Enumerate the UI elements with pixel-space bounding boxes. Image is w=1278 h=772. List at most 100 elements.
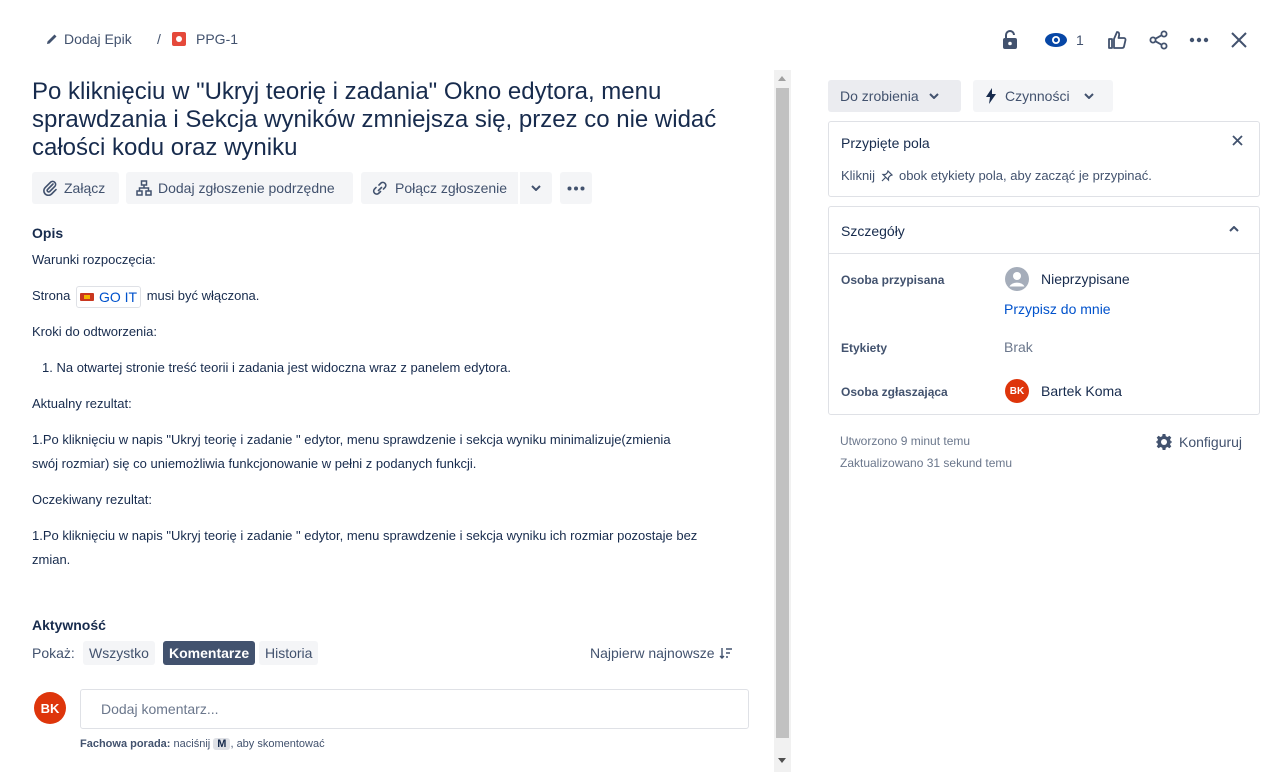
bug-issue-type-icon <box>172 32 186 46</box>
configure-label: Konfiguruj <box>1179 434 1243 450</box>
unassigned-avatar-icon <box>1005 267 1029 291</box>
filter-all[interactable]: Wszystko <box>83 641 155 665</box>
breadcrumb-separator: / <box>157 31 161 47</box>
created-timestamp: Utworzono 9 minut temu <box>840 434 971 448</box>
filter-comments[interactable]: Komentarze <box>163 641 256 665</box>
go-it-label: GO IT <box>98 288 138 305</box>
sort-toggle[interactable]: Najpierw najnowsze <box>590 645 733 661</box>
eye-icon <box>1045 33 1067 47</box>
close-pinned-button[interactable] <box>1232 135 1243 146</box>
configure-button[interactable]: Konfiguruj <box>1155 433 1242 451</box>
assign-to-me-link[interactable]: Przypisz do mnie <box>1004 301 1111 317</box>
assignee-label: Osoba przypisana <box>841 273 945 287</box>
actual-line-2: swój rozmiar) się co uniemożliwia funkcj… <box>32 456 477 471</box>
scrollbar[interactable] <box>774 70 791 772</box>
more-actions-button[interactable] <box>1187 28 1211 52</box>
steps-heading: Kroki do odtworzenia: <box>32 324 158 339</box>
close-icon <box>1232 135 1243 146</box>
lock-icon[interactable] <box>999 28 1021 52</box>
pinned-hint-prefix: Kliknij <box>841 168 875 183</box>
labels-value[interactable]: Brak <box>1004 339 1033 355</box>
paperclip-icon <box>43 180 57 196</box>
attach-label: Załącz <box>64 180 106 196</box>
step-1-text: Na otwartej stronie treść teorii i zadan… <box>56 360 511 375</box>
comment-input[interactable]: Dodaj komentarz... <box>80 689 749 729</box>
chevron-up-icon[interactable] <box>1229 226 1239 232</box>
vote-button[interactable] <box>1106 28 1128 52</box>
share-button[interactable] <box>1147 28 1171 52</box>
pro-tip-text: naciśnij <box>173 738 211 750</box>
link-issue-label: Połącz zgłoszenie <box>395 180 508 196</box>
pro-tip-suffix: , aby skomentować <box>230 738 325 750</box>
attach-button[interactable]: Załącz <box>32 172 119 204</box>
close-icon <box>1231 32 1247 48</box>
actions-dropdown[interactable]: Czynności <box>973 80 1113 112</box>
link-issue-dropdown[interactable] <box>520 172 552 204</box>
pro-tip-label: Fachowa porada: <box>80 738 171 750</box>
add-epic-link[interactable]: Dodaj Epik <box>46 31 132 47</box>
actual-line-1: 1.Po kliknięciu w napis "Ukryj teorię i … <box>32 432 671 447</box>
watch-count: 1 <box>1076 32 1084 48</box>
watch-button[interactable]: 1 <box>1044 28 1084 52</box>
more-icon <box>1189 37 1209 43</box>
activity-label: Aktywność <box>32 617 106 633</box>
labels-label: Etykiety <box>841 341 888 355</box>
gear-icon <box>1156 434 1172 450</box>
go-it-logo-icon <box>79 292 94 301</box>
scrollbar-thumb[interactable] <box>776 88 789 738</box>
link-icon <box>372 181 387 195</box>
status-label: Do zrobienia <box>840 88 919 104</box>
sort-label: Najpierw najnowsze <box>590 645 715 661</box>
add-child-label: Dodaj zgłoszenie podrzędne <box>158 180 335 196</box>
pinned-hint-suffix: obok etykiety pola, aby zacząć je przypi… <box>898 168 1152 183</box>
page-requirement: Strona GO IT musi być włączona. <box>32 284 259 308</box>
pinned-fields-title: Przypięte pola <box>841 135 930 151</box>
close-button[interactable] <box>1228 28 1250 52</box>
shortcut-key: M <box>213 738 231 750</box>
add-child-issue-button[interactable]: Dodaj zgłoszenie podrzędne <box>126 172 353 204</box>
link-issue-button[interactable]: Połącz zgłoszenie <box>361 172 518 204</box>
pro-tip: Fachowa porada: naciśnij M, aby skomento… <box>80 738 325 750</box>
issue-key-link[interactable]: PPG-1 <box>172 31 238 47</box>
chevron-down-icon <box>928 93 939 99</box>
share-icon <box>1149 30 1168 50</box>
assignee-field[interactable]: Nieprzypisane <box>1005 267 1130 291</box>
more-icon <box>567 186 585 190</box>
filter-history[interactable]: Historia <box>259 641 319 665</box>
chevron-down-icon <box>531 185 541 191</box>
child-issue-icon <box>136 180 152 196</box>
go-it-link[interactable]: GO IT <box>75 285 142 308</box>
page-suffix: musi być włączona. <box>146 288 260 303</box>
details-header[interactable]: Szczegóły <box>829 207 1259 254</box>
pinned-hint: Kliknij obok etykiety pola, aby zacząć j… <box>841 168 1152 183</box>
details-card: Szczegóły Osoba przypisana Nieprzypisane… <box>828 206 1260 415</box>
scroll-down-arrow-icon[interactable] <box>778 758 786 763</box>
expected-line-1: 1.Po kliknięciu w napis "Ukryj teorię i … <box>32 528 698 543</box>
chevron-down-icon <box>1083 93 1094 99</box>
status-dropdown[interactable]: Do zrobienia <box>828 80 961 112</box>
issue-key: PPG-1 <box>196 31 239 47</box>
preconditions-heading: Warunki rozpoczęcia: <box>32 252 156 267</box>
show-label: Pokaż: <box>32 645 75 661</box>
expected-heading: Oczekiwany rezultat: <box>32 492 152 507</box>
reporter-field[interactable]: BK Bartek Koma <box>1005 379 1122 403</box>
reporter-name: Bartek Koma <box>1041 383 1122 399</box>
reporter-label: Osoba zgłaszająca <box>841 385 948 399</box>
pin-icon <box>881 169 893 181</box>
add-epic-label: Dodaj Epik <box>64 31 132 47</box>
pencil-icon <box>47 34 57 44</box>
details-title: Szczegóły <box>841 223 905 239</box>
actions-label: Czynności <box>1005 88 1070 104</box>
toolbar-more-button[interactable] <box>560 172 592 204</box>
thumbs-up-icon <box>1108 31 1127 49</box>
expected-line-2: zmian. <box>32 552 71 567</box>
scroll-up-arrow-icon[interactable] <box>778 76 786 81</box>
description-label: Opis <box>32 225 64 241</box>
actual-heading: Aktualny rezultat: <box>32 396 132 411</box>
issue-title[interactable]: Po kliknięciu w "Ukryj teorię i zadania"… <box>32 78 732 162</box>
step-item: 1. Na otwartej stronie treść teorii i za… <box>42 360 511 375</box>
page-prefix: Strona <box>32 288 71 303</box>
avatar: BK <box>1005 379 1029 403</box>
avatar: BK <box>34 692 66 724</box>
sort-descending-icon <box>719 648 732 659</box>
